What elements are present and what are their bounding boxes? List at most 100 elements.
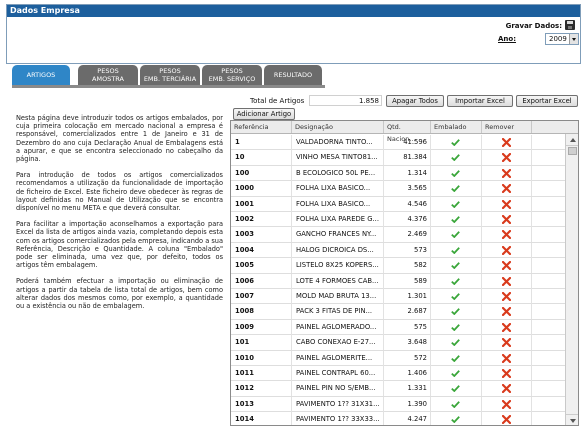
- table-row[interactable]: 1001 FOLHA LIXA BASICO... 4.546: [231, 196, 565, 212]
- checkmark-icon[interactable]: [451, 139, 460, 146]
- remove-cell[interactable]: [482, 165, 532, 181]
- table-row[interactable]: 1010 PAINEL AGLOMERITE... 572: [231, 350, 565, 366]
- table-row[interactable]: 1006 LOTE 4 FORMOES CAB... 589: [231, 273, 565, 289]
- reference-cell[interactable]: 1013: [231, 396, 292, 412]
- quantity-cell[interactable]: 2.469: [384, 227, 431, 243]
- reference-cell[interactable]: 1008: [231, 304, 292, 320]
- designation-cell[interactable]: PAINEL PIN NO S/EMB...: [292, 381, 384, 397]
- reference-cell[interactable]: 1001: [231, 196, 292, 212]
- quantity-cell[interactable]: 81.384: [384, 150, 431, 166]
- reference-cell[interactable]: 101: [231, 335, 292, 351]
- quantity-cell[interactable]: 1.331: [384, 381, 431, 397]
- checkmark-icon[interactable]: [451, 385, 460, 393]
- packaged-cell[interactable]: [431, 165, 482, 181]
- reference-cell[interactable]: 1009: [231, 319, 292, 335]
- designation-cell[interactable]: VINHO MESA TINTO81...: [292, 150, 384, 166]
- reference-cell[interactable]: 1007: [231, 289, 292, 304]
- reference-cell[interactable]: 1012: [231, 381, 292, 397]
- remove-x-icon[interactable]: [502, 399, 511, 409]
- table-row[interactable]: 1004 HALOG DICROICA DS... 573: [231, 242, 565, 259]
- quantity-cell[interactable]: 1.406: [384, 366, 431, 381]
- designation-cell[interactable]: FOLHA LIXA PAREDE G...: [292, 212, 384, 227]
- reference-cell[interactable]: 1014: [231, 412, 292, 425]
- remove-x-icon[interactable]: [502, 199, 511, 209]
- clear-all-button[interactable]: Apagar Todos: [386, 95, 444, 107]
- packaged-cell[interactable]: [431, 258, 482, 274]
- remove-cell[interactable]: [482, 366, 532, 381]
- checkmark-icon[interactable]: [451, 416, 460, 424]
- quantity-cell[interactable]: 4.247: [384, 412, 431, 425]
- table-row[interactable]: 10 VINHO MESA TINTO81... 81.384: [231, 150, 565, 166]
- column-header-remove[interactable]: Remover: [482, 121, 532, 133]
- quantity-cell[interactable]: 1.314: [384, 165, 431, 181]
- packaged-cell[interactable]: [431, 396, 482, 412]
- designation-cell[interactable]: PACK 3 FITAS DE PIN...: [292, 304, 384, 320]
- remove-cell[interactable]: [482, 212, 532, 227]
- table-row[interactable]: 101 CABO CONEXAO E-27... 3.648: [231, 335, 565, 351]
- quantity-cell[interactable]: 2.687: [384, 304, 431, 320]
- table-row[interactable]: 1013 PAVIMENTO 1?? 31X31... 1.390: [231, 396, 565, 413]
- quantity-cell[interactable]: 582: [384, 258, 431, 274]
- checkmark-icon[interactable]: [451, 185, 460, 193]
- reference-cell[interactable]: 1005: [231, 258, 292, 274]
- year-select[interactable]: 2009: [545, 33, 579, 45]
- remove-cell[interactable]: [482, 135, 532, 150]
- table-scrollbar[interactable]: [565, 134, 578, 425]
- remove-x-icon[interactable]: [502, 369, 511, 378]
- remove-x-icon[interactable]: [502, 153, 511, 163]
- table-row[interactable]: 1005 LISTELO 8X25 KOPERS... 582: [231, 258, 565, 274]
- quantity-cell[interactable]: 4.376: [384, 212, 431, 227]
- quantity-cell[interactable]: 3.565: [384, 181, 431, 197]
- tab-pesos-emb-terciaria[interactable]: PESOS EMB. TERCIÁRIA: [140, 65, 200, 85]
- packaged-cell[interactable]: [431, 196, 482, 212]
- designation-cell[interactable]: GANCHO FRANCES NY...: [292, 227, 384, 243]
- reference-cell[interactable]: 1003: [231, 227, 292, 243]
- remove-x-icon[interactable]: [502, 138, 511, 147]
- table-row[interactable]: 1014 PAVIMENTO 1?? 33X33... 4.247: [231, 412, 565, 425]
- designation-cell[interactable]: FOLHA LIXA BASICO...: [292, 196, 384, 212]
- packaged-cell[interactable]: [431, 381, 482, 397]
- designation-cell[interactable]: HALOG DICROICA DS...: [292, 242, 384, 258]
- reference-cell[interactable]: 10: [231, 150, 292, 166]
- remove-cell[interactable]: [482, 319, 532, 335]
- checkmark-icon[interactable]: [451, 169, 460, 177]
- designation-cell[interactable]: FOLHA LIXA BASICO...: [292, 181, 384, 197]
- tab-pesos-amostra[interactable]: PESOS AMOSTRA: [78, 65, 138, 85]
- import-excel-button[interactable]: Importar Excel: [447, 95, 513, 107]
- table-row[interactable]: 1002 FOLHA LIXA PAREDE G... 4.376: [231, 212, 565, 228]
- designation-cell[interactable]: CABO CONEXAO E-27...: [292, 335, 384, 351]
- remove-x-icon[interactable]: [502, 292, 511, 301]
- remove-x-icon[interactable]: [502, 184, 511, 194]
- packaged-cell[interactable]: [431, 181, 482, 197]
- checkmark-icon[interactable]: [451, 216, 460, 223]
- remove-x-icon[interactable]: [502, 245, 511, 255]
- packaged-cell[interactable]: [431, 319, 482, 335]
- remove-x-icon[interactable]: [502, 230, 511, 240]
- remove-x-icon[interactable]: [502, 353, 511, 363]
- checkmark-icon[interactable]: [451, 231, 460, 239]
- table-row[interactable]: 1 VALDADORNA TINTO... 41.596: [231, 135, 565, 151]
- quantity-cell[interactable]: 1.390: [384, 396, 431, 412]
- export-excel-button[interactable]: Exportar Excel: [516, 95, 578, 107]
- remove-x-icon[interactable]: [502, 215, 511, 224]
- quantity-cell[interactable]: 572: [384, 350, 431, 366]
- remove-cell[interactable]: [482, 227, 532, 243]
- packaged-cell[interactable]: [431, 335, 482, 351]
- remove-cell[interactable]: [482, 181, 532, 197]
- table-row[interactable]: 100 B ECOLOGICO 50L PE... 1.314: [231, 165, 565, 182]
- designation-cell[interactable]: B ECOLOGICO 50L PE...: [292, 165, 384, 181]
- tab-pesos-emb-servico[interactable]: PESOS EMB. SERVIÇO: [202, 65, 262, 85]
- column-header-quantity[interactable]: Qtd. Nacion...: [384, 121, 431, 143]
- designation-cell[interactable]: PAVIMENTO 1?? 31X31...: [292, 396, 384, 412]
- designation-cell[interactable]: LISTELO 8X25 KOPERS...: [292, 258, 384, 274]
- designation-cell[interactable]: LOTE 4 FORMOES CAB...: [292, 273, 384, 289]
- remove-cell[interactable]: [482, 289, 532, 304]
- reference-cell[interactable]: 1002: [231, 212, 292, 227]
- reference-cell[interactable]: 1010: [231, 350, 292, 366]
- packaged-cell[interactable]: [431, 150, 482, 166]
- designation-cell[interactable]: PAINEL AGLOMERITE...: [292, 350, 384, 366]
- remove-x-icon[interactable]: [502, 384, 511, 394]
- scroll-up-arrow-icon[interactable]: [566, 134, 578, 146]
- save-floppy-icon[interactable]: [565, 20, 575, 30]
- remove-x-icon[interactable]: [502, 322, 511, 332]
